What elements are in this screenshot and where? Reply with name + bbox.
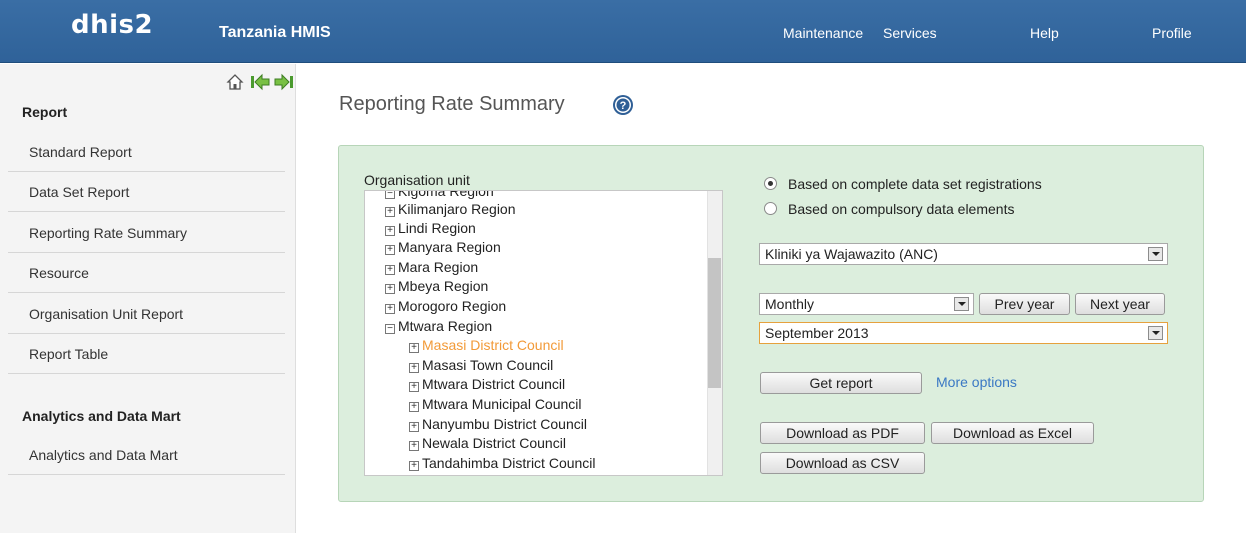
download-excel-button[interactable]: Download as Excel bbox=[931, 422, 1094, 444]
menu-profile[interactable]: Profile bbox=[1152, 25, 1192, 41]
expand-icon[interactable]: + bbox=[385, 265, 395, 275]
tree-node-mara-region[interactable]: + Mara Region bbox=[385, 259, 478, 275]
org-unit-label: Organisation unit bbox=[364, 172, 470, 188]
back-arrow-icon[interactable] bbox=[249, 72, 271, 92]
more-options-link[interactable]: More options bbox=[936, 374, 1017, 390]
period-type-select[interactable]: Monthly bbox=[759, 293, 974, 315]
tree-node-mbeya-region[interactable]: + Mbeya Region bbox=[385, 278, 488, 294]
tree-node-kilimanjaro-region[interactable]: + Kilimanjaro Region bbox=[385, 201, 516, 217]
expand-icon[interactable]: + bbox=[409, 363, 419, 373]
expand-icon[interactable]: + bbox=[409, 382, 419, 392]
sidebar-heading-analytics: Analytics and Data Mart bbox=[22, 408, 181, 424]
tree-node-mtwara-municipal-council[interactable]: + Mtwara Municipal Council bbox=[409, 396, 582, 412]
tree-node-lindi-region[interactable]: + Lindi Region bbox=[385, 220, 476, 236]
tree-node-manyara-region[interactable]: + Manyara Region bbox=[385, 239, 501, 255]
menu-maintenance[interactable]: Maintenance bbox=[783, 25, 863, 41]
nav-icons bbox=[225, 72, 295, 92]
tree-node-morogoro-region[interactable]: + Morogoro Region bbox=[385, 298, 506, 314]
sidebar-item-organisation-unit-report[interactable]: Organisation Unit Report bbox=[8, 294, 285, 334]
expand-icon[interactable]: + bbox=[385, 284, 395, 294]
period-select[interactable]: September 2013 bbox=[759, 322, 1168, 344]
app-title: Tanzania HMIS bbox=[219, 24, 331, 41]
dhis2-logo[interactable]: dhis2 bbox=[71, 10, 153, 40]
page-title: Reporting Rate Summary bbox=[339, 93, 565, 115]
sidebar-item-standard-report[interactable]: Standard Report bbox=[8, 132, 285, 172]
sidebar-item-report-table[interactable]: Report Table bbox=[8, 334, 285, 374]
data-set-select-value: Kliniki ya Wajawazito (ANC) bbox=[765, 246, 938, 262]
prev-year-button[interactable]: Prev year bbox=[979, 293, 1070, 315]
collapse-icon[interactable]: − bbox=[385, 191, 395, 199]
expand-icon[interactable]: + bbox=[409, 461, 419, 471]
tree-node-mtwara-region[interactable]: − Mtwara Region bbox=[385, 318, 492, 334]
tree-node-newala-district-council[interactable]: + Newala District Council bbox=[409, 435, 566, 451]
help-icon[interactable]: ? bbox=[612, 94, 634, 116]
expand-icon[interactable]: + bbox=[385, 245, 395, 255]
expand-icon[interactable]: + bbox=[385, 226, 395, 236]
period-select-value: September 2013 bbox=[765, 325, 869, 341]
expand-icon[interactable]: + bbox=[385, 207, 395, 217]
menu-help[interactable]: Help bbox=[1030, 25, 1059, 41]
sidebar-item-data-set-report[interactable]: Data Set Report bbox=[8, 172, 285, 212]
left-sidebar: Report Standard Report Data Set Report R… bbox=[0, 64, 296, 533]
tree-node-kigoma-region[interactable]: − Kigoma Region bbox=[385, 191, 494, 199]
radio-complete-registrations-label: Based on complete data set registrations bbox=[788, 176, 1042, 192]
forward-arrow-icon[interactable] bbox=[273, 72, 295, 92]
tree-node-masasi-town-council[interactable]: + Masasi Town Council bbox=[409, 357, 553, 373]
chevron-down-icon[interactable] bbox=[1148, 247, 1163, 261]
radio-compulsory-elements[interactable] bbox=[764, 202, 777, 215]
svg-text:?: ? bbox=[620, 100, 627, 112]
expand-icon[interactable]: + bbox=[409, 343, 419, 353]
sidebar-item-analytics-data-mart[interactable]: Analytics and Data Mart bbox=[8, 435, 285, 475]
sidebar-item-resource[interactable]: Resource bbox=[8, 253, 285, 293]
next-year-button[interactable]: Next year bbox=[1075, 293, 1165, 315]
download-csv-button[interactable]: Download as CSV bbox=[760, 452, 925, 474]
tree-node-tandahimba-district-council[interactable]: + Tandahimba District Council bbox=[409, 455, 596, 471]
top-header-bar: dhis2 Tanzania HMIS Maintenance Services… bbox=[0, 0, 1246, 63]
collapse-icon[interactable]: − bbox=[385, 324, 395, 334]
get-report-button[interactable]: Get report bbox=[760, 372, 922, 394]
menu-services[interactable]: Services bbox=[883, 25, 937, 41]
data-set-select[interactable]: Kliniki ya Wajawazito (ANC) bbox=[759, 243, 1168, 265]
expand-icon[interactable]: + bbox=[409, 422, 419, 432]
tree-scrollbar-thumb[interactable] bbox=[708, 258, 721, 388]
expand-icon[interactable]: + bbox=[409, 441, 419, 451]
sidebar-item-reporting-rate-summary[interactable]: Reporting Rate Summary bbox=[8, 213, 285, 253]
radio-complete-registrations[interactable] bbox=[764, 177, 777, 190]
sidebar-heading-report: Report bbox=[22, 104, 68, 120]
period-type-select-value: Monthly bbox=[765, 296, 815, 312]
download-pdf-button[interactable]: Download as PDF bbox=[760, 422, 925, 444]
chevron-down-icon[interactable] bbox=[954, 297, 969, 311]
expand-icon[interactable]: + bbox=[409, 402, 419, 412]
home-icon[interactable] bbox=[225, 72, 247, 92]
org-unit-tree[interactable]: − Kigoma Region + Kilimanjaro Region + Lind… bbox=[364, 190, 723, 476]
radio-compulsory-elements-label: Based on compulsory data elements bbox=[788, 201, 1015, 217]
tree-node-nanyumbu-district-council[interactable]: + Nanyumbu District Council bbox=[409, 416, 587, 432]
tree-node-mtwara-district-council[interactable]: + Mtwara District Council bbox=[409, 376, 565, 392]
chevron-down-icon[interactable] bbox=[1148, 326, 1163, 340]
tree-node-masasi-district-council[interactable]: + Masasi District Council bbox=[409, 337, 564, 353]
expand-icon[interactable]: + bbox=[385, 304, 395, 314]
